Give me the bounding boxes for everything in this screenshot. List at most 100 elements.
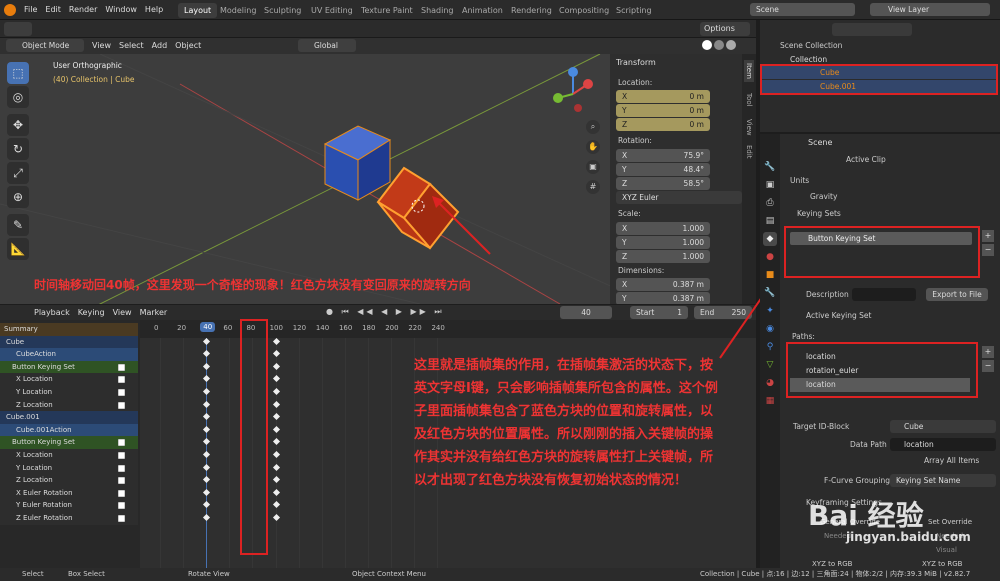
select-menu[interactable]: Select [115, 38, 148, 54]
channel-group[interactable]: Button Keying Set [0, 436, 138, 449]
channel-toggle-checkbox[interactable] [118, 502, 125, 510]
channel-fcurve[interactable]: Z Location [0, 398, 138, 412]
units-section[interactable]: Units [790, 176, 809, 185]
transform-tool-icon[interactable]: ⊕ [7, 186, 29, 208]
zoom-icon[interactable]: ⌕ [586, 120, 600, 134]
keyframe[interactable] [272, 387, 280, 396]
data-path-field[interactable]: location [890, 438, 996, 451]
tab-scripting[interactable]: Scripting [610, 3, 658, 18]
tab-animation[interactable]: Animation [456, 3, 509, 18]
keyframe[interactable] [203, 501, 211, 509]
object-menu[interactable]: Object [171, 38, 205, 54]
orientation-dropdown[interactable]: Global [298, 39, 356, 52]
keyframe[interactable] [272, 450, 280, 459]
view-layer-icon[interactable]: ▤ [763, 214, 777, 228]
3d-viewport[interactable]: User Orthographic (40) Collection | Cube… [0, 54, 756, 304]
rot-z-field[interactable]: Z 58.5° [616, 177, 710, 190]
camera-icon[interactable]: ▣ [586, 160, 600, 174]
keyframe[interactable] [272, 438, 280, 446]
scale-z-field[interactable]: Z 1.000 [616, 250, 710, 263]
keyframe[interactable] [272, 476, 280, 484]
channel-action[interactable]: CubeAction [0, 348, 138, 361]
move-tool-icon[interactable]: ✥ [7, 114, 29, 136]
cursor-tool-icon[interactable]: ◎ [7, 86, 29, 108]
tab-uv-editing[interactable]: UV Editing [305, 3, 359, 18]
add-menu[interactable]: Add [148, 38, 172, 54]
object-props-icon[interactable]: ■ [763, 268, 777, 282]
channel-fcurve[interactable]: Y Location [0, 386, 138, 399]
tab-texture-paint[interactable]: Texture Paint [355, 3, 419, 18]
tab-edit[interactable]: Edit [744, 142, 754, 162]
keyframe[interactable] [203, 513, 211, 522]
scene-props-icon[interactable]: ◆ [763, 232, 777, 246]
tab-item[interactable]: Item [744, 60, 754, 82]
outliner-root[interactable]: Scene Collection [780, 41, 842, 50]
keyframe[interactable] [272, 400, 280, 408]
constraints-icon[interactable]: ⚲ [763, 340, 777, 354]
options-button[interactable]: Options [700, 22, 750, 36]
tab-modeling[interactable]: Modeling [214, 3, 262, 18]
keyframe[interactable] [203, 476, 211, 484]
output-props-icon[interactable]: ⎙ [763, 196, 777, 210]
channel-toggle-checkbox[interactable] [118, 477, 125, 485]
tab-view[interactable]: View [744, 116, 754, 139]
rotate-tool-icon[interactable]: ↻ [7, 138, 29, 160]
menu-help[interactable]: Help [141, 0, 167, 20]
tab-sculpting[interactable]: Sculpting [258, 3, 307, 18]
rot-x-field[interactable]: X 75.9° [616, 149, 710, 162]
playback-menu[interactable]: Playback [30, 305, 74, 321]
channel-fcurve[interactable]: Z Location [0, 474, 138, 487]
active-keying-set-section[interactable]: Active Keying Set [806, 311, 871, 320]
tab-rendering[interactable]: Rendering [505, 3, 558, 18]
visual-label[interactable]: Visual [936, 546, 957, 554]
keyframe[interactable] [203, 362, 211, 370]
channel-toggle-checkbox[interactable] [118, 489, 125, 497]
scale-tool-icon[interactable]: ⤢ [7, 162, 29, 184]
remove-keying-set-button[interactable]: − [982, 244, 994, 256]
channel-toggle-checkbox[interactable] [118, 389, 125, 396]
scale-x-field[interactable]: X 1.000 [616, 222, 710, 235]
channel-toggle-checkbox[interactable] [118, 515, 125, 522]
channel-object[interactable]: Cube.001 [0, 411, 138, 424]
material-shading-icon[interactable] [714, 40, 724, 50]
keyframe[interactable] [203, 425, 211, 433]
description-field[interactable] [852, 288, 916, 301]
dim-y-field[interactable]: Y 0.387 m [616, 292, 710, 304]
keyframe[interactable] [272, 425, 280, 433]
remove-path-button[interactable]: − [982, 360, 994, 372]
keying-sets-section[interactable]: Keying Sets [797, 209, 841, 218]
channel-toggle-checkbox[interactable] [118, 376, 125, 384]
channel-fcurve[interactable]: X Location [0, 449, 138, 462]
modifier-props-icon[interactable]: 🔧 [763, 286, 777, 300]
menu-edit[interactable]: Edit [41, 0, 65, 20]
particles-icon[interactable]: ✦ [763, 304, 777, 318]
keyframe[interactable] [203, 413, 211, 421]
keyframe[interactable] [272, 513, 280, 522]
keyframe[interactable] [203, 337, 211, 345]
dim-x-field[interactable]: X 0.387 m [616, 278, 710, 291]
tab-shading[interactable]: Shading [415, 3, 460, 18]
array-all-items-checkbox[interactable]: Array All Items [924, 456, 979, 465]
timeline-view-menu[interactable]: View [109, 305, 136, 321]
gravity-section[interactable]: Gravity [810, 192, 837, 201]
tab-layout[interactable]: Layout [178, 3, 218, 18]
keyframe[interactable] [272, 362, 280, 370]
keyframe[interactable] [203, 375, 211, 383]
scale-y-field[interactable]: Y 1.000 [616, 236, 710, 249]
keyframe[interactable] [203, 450, 211, 459]
keyframe[interactable] [272, 350, 280, 358]
channel-group[interactable]: Button Keying Set [0, 360, 138, 374]
channel-toggle-checkbox[interactable] [118, 464, 125, 472]
xyz-rgb-label[interactable]: XYZ to RGB [812, 560, 852, 568]
material-props-icon[interactable]: ◕ [763, 376, 777, 390]
keyframe[interactable] [203, 350, 211, 358]
export-to-file-button[interactable]: Export to File [926, 288, 988, 301]
measure-tool-icon[interactable]: 📐 [7, 238, 29, 260]
fcurve-grouping-dropdown[interactable]: Keying Set Name [890, 474, 996, 487]
keyframe[interactable] [272, 413, 280, 421]
keyframe[interactable] [272, 463, 280, 471]
rendered-shading-icon[interactable] [726, 40, 736, 50]
outliner-collection[interactable]: Collection [790, 55, 827, 64]
start-frame-field[interactable]: Start 1 [630, 306, 688, 319]
solid-shading-icon[interactable] [702, 40, 712, 50]
